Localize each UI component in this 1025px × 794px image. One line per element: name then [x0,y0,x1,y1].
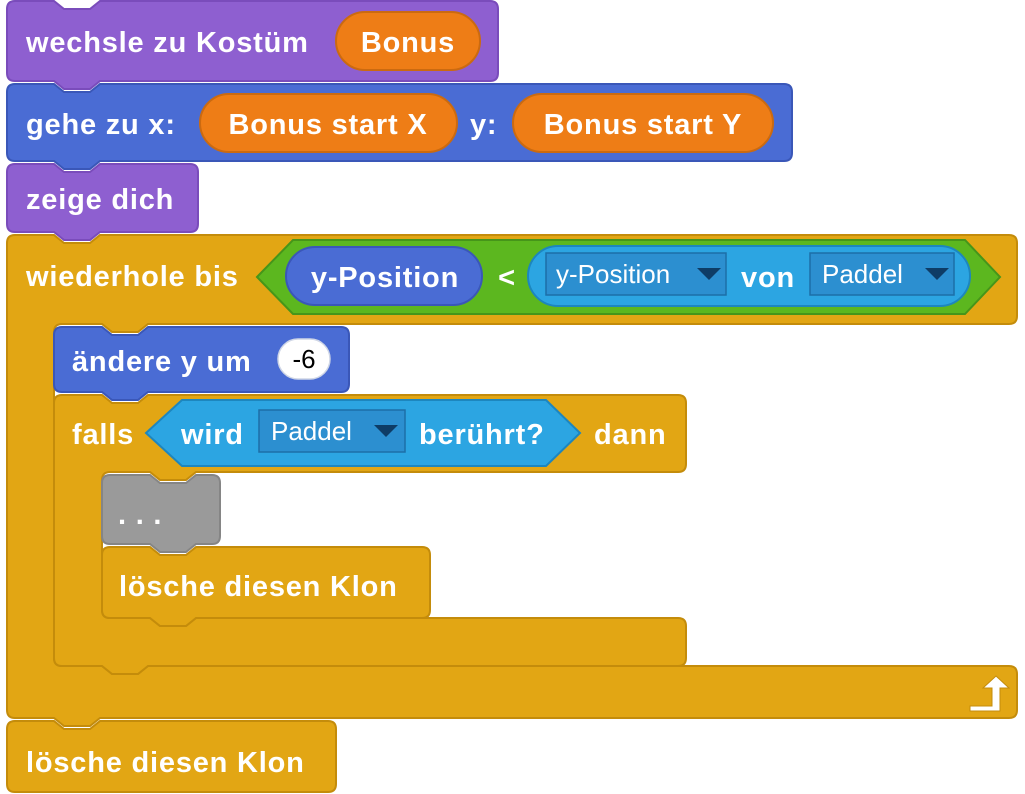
goto-y-label: y: [470,109,497,141]
touching-pre-label: wird [180,419,244,451]
switch-costume-block[interactable]: wechsle zu Kostüm Bonus [6,0,499,90]
less-than-operator: < [498,262,516,294]
placeholder-label: . . . [118,499,162,531]
start-y-reporter[interactable]: Bonus start Y [512,93,774,153]
if-label: falls [72,419,134,451]
show-label: zeige dich [26,184,174,216]
if-then-label: dann [594,419,666,451]
start-y-reporter-label: Bonus start Y [544,109,742,141]
touching-condition[interactable]: wird Paddel berührt? [144,399,582,467]
show-block[interactable]: zeige dich [6,163,199,241]
object-dropdown[interactable]: Paddel [809,252,955,296]
change-y-label: ändere y um [72,346,252,378]
start-x-reporter[interactable]: Bonus start X [199,93,458,153]
y-position-reporter-label: y-Position [311,262,459,294]
placeholder-block[interactable]: . . . [101,474,221,553]
change-y-value: -6 [292,344,315,374]
delete-clone-final-block[interactable]: lösche diesen Klon [6,720,337,793]
less-than-condition[interactable]: y-Position < y-Position von Paddel [255,239,1002,315]
delete-clone-inner-block[interactable]: lösche diesen Klon [101,546,431,627]
delete-clone-final-label: lösche diesen Klon [26,747,305,779]
touching-object-dropdown[interactable]: Paddel [258,409,406,453]
switch-costume-label: wechsle zu Kostüm [25,27,309,59]
y-position-reporter[interactable]: y-Position [285,246,483,306]
goto-xy-block[interactable]: gehe zu x: Bonus start X y: Bonus start … [6,83,793,170]
attribute-dropdown[interactable]: y-Position [545,252,727,296]
object-dropdown-value: Paddel [822,259,903,289]
change-y-block[interactable]: ändere y um -6 [53,326,350,401]
repeat-until-label: wiederhole bis [25,261,239,293]
delete-clone-inner-label: lösche diesen Klon [119,571,398,603]
touching-post-label: berührt? [419,419,545,451]
costume-reporter-label: Bonus [361,27,455,59]
costume-reporter[interactable]: Bonus [335,11,481,71]
start-x-reporter-label: Bonus start X [229,109,428,141]
of-connector-label: von [741,262,795,294]
attribute-dropdown-value: y-Position [556,259,670,289]
goto-x-label: gehe zu x: [26,109,176,141]
change-y-value-input[interactable]: -6 [277,338,331,380]
script-canvas: wechsle zu Kostüm Bonus gehe zu x: Bonus… [6,0,1018,793]
attribute-of-reporter[interactable]: y-Position von Paddel [527,245,971,307]
touching-object-value: Paddel [271,416,352,446]
